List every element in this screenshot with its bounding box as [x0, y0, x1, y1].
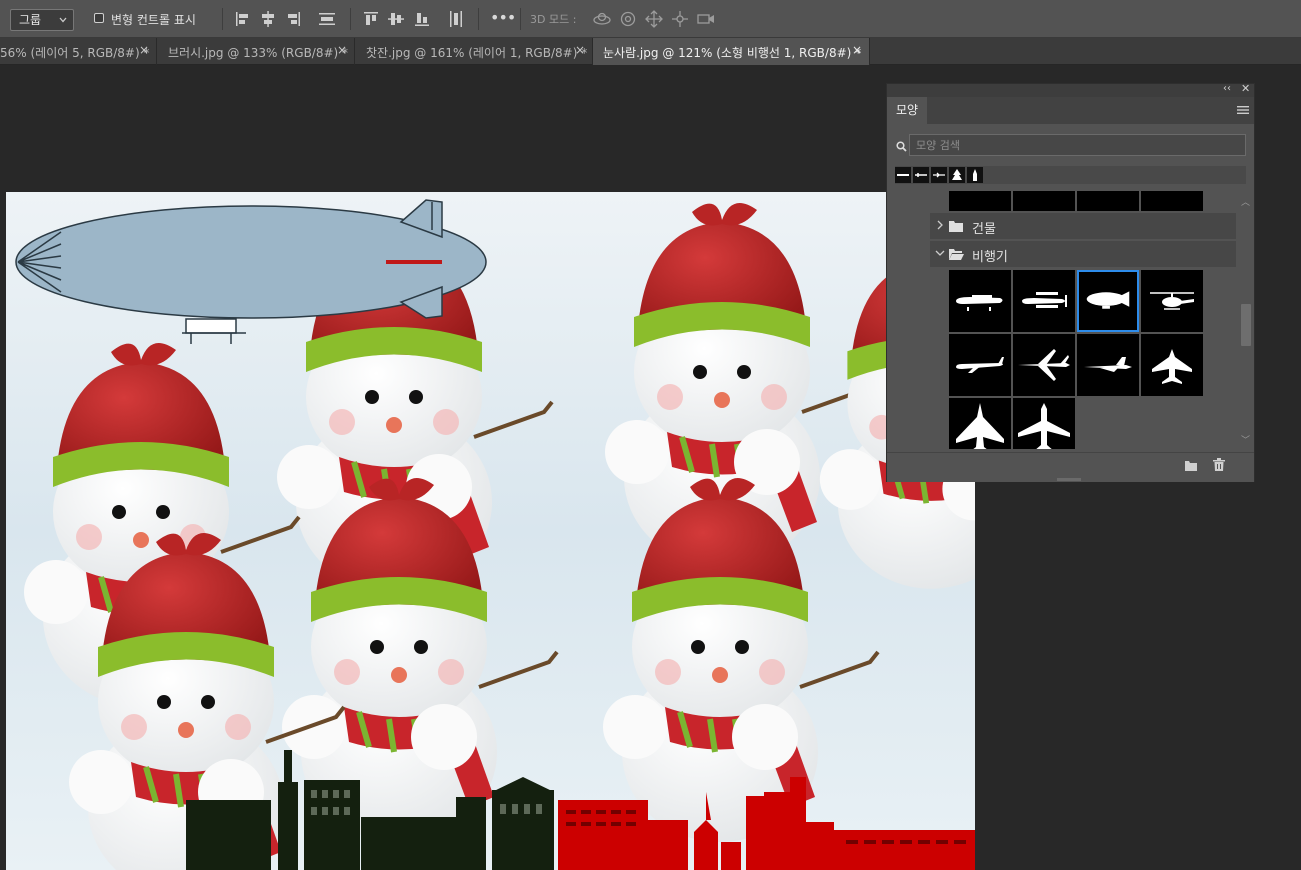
- panel-menu-icon[interactable]: [1237, 105, 1249, 115]
- shape-group-buildings[interactable]: 건물: [930, 213, 1236, 239]
- new-group-folder-icon[interactable]: [1184, 459, 1198, 473]
- divider: [222, 8, 223, 30]
- shape-thumbnail[interactable]: [949, 191, 1011, 211]
- divider: [478, 8, 479, 30]
- search-icon: [896, 141, 907, 152]
- folder-open-icon: [949, 249, 964, 260]
- align-top-icon[interactable]: [362, 10, 380, 28]
- close-panel-icon[interactable]: ✕: [1241, 82, 1250, 95]
- scroll-up-icon[interactable]: ︿: [1241, 195, 1250, 208]
- document-tab[interactable]: 브러시.jpg @ 133% (RGB/8#) * ×: [157, 38, 355, 65]
- scroll-thumb[interactable]: [1241, 304, 1251, 346]
- shape-thumb-light-aircraft[interactable]: [949, 270, 1011, 332]
- document-tab[interactable]: 찻잔.jpg @ 161% (레이어 1, RGB/8#) * ×: [355, 38, 593, 65]
- snowman-photo: [6, 192, 975, 870]
- panel-tab-row: 모양: [887, 97, 1254, 124]
- chevron-right-icon[interactable]: [934, 218, 946, 232]
- shape-group-name: 비행기: [972, 250, 1008, 265]
- roll-3d-icon[interactable]: [618, 10, 638, 28]
- recent-shape-light-aircraft[interactable]: [895, 167, 911, 183]
- document-canvas[interactable]: [6, 192, 975, 870]
- more-options-button[interactable]: •••: [490, 8, 516, 27]
- folder-icon: [949, 221, 963, 232]
- shape-thumb-fighter-topview[interactable]: [1141, 334, 1203, 396]
- recent-shape-rocket[interactable]: [967, 167, 983, 183]
- document-tab-label: 눈사람.jpg @ 121% (소형 비행선 1, RGB/8#) *: [603, 46, 862, 60]
- panel-title-bar[interactable]: ‹‹ ✕: [887, 82, 1254, 97]
- align-vertical-center-icon[interactable]: [387, 10, 405, 28]
- slide-3d-icon[interactable]: [670, 10, 690, 28]
- shape-thumbnail[interactable]: [1013, 191, 1075, 211]
- distribute-horizontal-icon[interactable]: [447, 10, 465, 28]
- recent-shape-airliner[interactable]: [931, 167, 947, 183]
- scroll-down-icon[interactable]: ﹀: [1241, 433, 1250, 446]
- auto-select-dropdown[interactable]: 그룹: [10, 9, 74, 31]
- divider: [520, 8, 521, 30]
- shape-thumb-biplane[interactable]: [1013, 270, 1075, 332]
- align-left-icon[interactable]: [234, 10, 252, 28]
- recent-shapes-strip: [895, 166, 1246, 184]
- show-transform-controls-label: 변형 컨트롤 표시: [111, 13, 196, 27]
- 3d-mode-label: 3D 모드 :: [530, 13, 577, 26]
- shape-thumb-jet-airliner[interactable]: [949, 334, 1011, 396]
- shape-thumb-airliner-topview[interactable]: [1013, 398, 1075, 449]
- show-transform-controls-checkbox[interactable]: [94, 13, 104, 23]
- divider: [350, 8, 351, 30]
- shape-group-name: 건물: [972, 222, 996, 237]
- document-tab-label: 브러시.jpg @ 133% (RGB/8#) *: [168, 46, 349, 60]
- align-right-icon[interactable]: [284, 10, 302, 28]
- close-tab-icon[interactable]: ×: [575, 43, 585, 57]
- chevron-down-icon: [59, 17, 67, 23]
- shape-thumb-fighter-jet[interactable]: [1013, 334, 1075, 396]
- shape-group-airplanes[interactable]: 비행기: [930, 241, 1236, 267]
- shape-list: 건물 비행기: [887, 191, 1239, 449]
- close-tab-icon[interactable]: ×: [852, 43, 862, 57]
- recent-shape-biplane[interactable]: [913, 167, 929, 183]
- panel-resize-grip[interactable]: [1057, 478, 1081, 481]
- align-horizontal-center-icon[interactable]: [259, 10, 277, 28]
- align-bottom-icon[interactable]: [413, 10, 431, 28]
- panel-scrollbar[interactable]: ︿ ﹀: [1239, 191, 1252, 449]
- recent-shape-tree[interactable]: [949, 167, 965, 183]
- document-tab-label: 찻잔.jpg @ 161% (레이어 1, RGB/8#) *: [366, 46, 588, 60]
- options-bar: 그룹 변형 컨트롤 표시 ••• 3D 모드 :: [0, 0, 1301, 38]
- collapse-panel-icon[interactable]: ‹‹: [1223, 83, 1231, 94]
- close-tab-icon[interactable]: ×: [139, 43, 149, 57]
- auto-select-value: 그룹: [19, 13, 42, 27]
- shape-thumbnail[interactable]: [1077, 191, 1139, 211]
- document-tab-bar: 56% (레이어 5, RGB/8#) * × 브러시.jpg @ 133% (…: [0, 38, 1301, 65]
- shape-thumb-helicopter[interactable]: [1141, 270, 1203, 332]
- shape-thumb-delta-jet-topview[interactable]: [949, 398, 1011, 449]
- trash-icon[interactable]: [1213, 458, 1225, 472]
- tab-shapes[interactable]: 모양: [887, 97, 927, 124]
- panel-footer: [887, 452, 1254, 482]
- orbit-3d-icon[interactable]: [592, 10, 612, 28]
- scale-3d-camera-icon[interactable]: [696, 10, 716, 28]
- shape-thumbnail[interactable]: [1141, 191, 1203, 211]
- document-tab-label: 56% (레이어 5, RGB/8#) *: [0, 46, 150, 60]
- document-tab[interactable]: 56% (레이어 5, RGB/8#) * ×: [0, 38, 157, 65]
- shape-search-input[interactable]: [909, 134, 1246, 156]
- document-tab-active[interactable]: 눈사람.jpg @ 121% (소형 비행선 1, RGB/8#) * ×: [593, 38, 870, 65]
- pan-3d-icon[interactable]: [644, 10, 664, 28]
- distribute-vertical-icon[interactable]: [318, 10, 336, 28]
- close-tab-icon[interactable]: ×: [337, 43, 347, 57]
- shapes-panel: ‹‹ ✕ 모양 건물 비행기: [886, 82, 1255, 482]
- shape-thumb-stealth-jet[interactable]: [1077, 334, 1139, 396]
- chevron-down-icon[interactable]: [934, 246, 946, 260]
- shape-thumb-blimp[interactable]: [1077, 270, 1139, 332]
